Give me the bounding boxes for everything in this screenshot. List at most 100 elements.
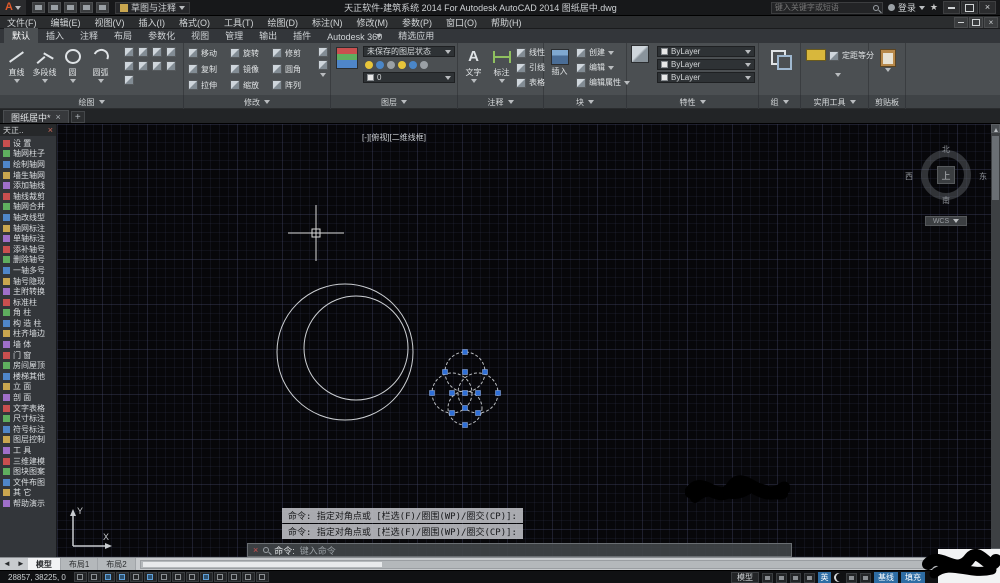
status-mode-toggle[interactable] bbox=[241, 572, 255, 582]
measure-icon[interactable] bbox=[806, 49, 826, 61]
sidebar-menu-item[interactable]: 楼梯其他 bbox=[0, 371, 56, 382]
scroll-up-icon[interactable] bbox=[991, 124, 1000, 133]
block-tool-button[interactable]: 编辑属性 bbox=[576, 76, 630, 89]
wcs-selector[interactable]: WCS bbox=[925, 216, 967, 226]
menu-item[interactable]: 绘图(D) bbox=[261, 16, 306, 29]
ribbon-tab[interactable]: 参数化 bbox=[140, 28, 183, 43]
sidebar-menu-item[interactable]: 墙生轴网 bbox=[0, 170, 56, 181]
match-properties-icon[interactable] bbox=[631, 45, 649, 63]
block-tool-button[interactable]: 编辑 bbox=[576, 61, 630, 74]
donut-icon[interactable] bbox=[166, 61, 176, 71]
ellipse-icon[interactable] bbox=[138, 47, 148, 57]
ime-keyboard-icon[interactable] bbox=[846, 572, 857, 583]
layer-unisolate-icon[interactable] bbox=[420, 60, 428, 69]
tianzheng-menu-header[interactable]: 天正.. × bbox=[0, 124, 56, 136]
sidebar-menu-item[interactable]: 帮助演示 bbox=[0, 498, 56, 509]
workspace-switcher[interactable]: 草图与注释 bbox=[114, 1, 190, 14]
close-icon[interactable]: × bbox=[48, 125, 53, 135]
compass-west-label[interactable]: 西 bbox=[905, 171, 913, 182]
panel-label-layers[interactable]: 图层 bbox=[331, 95, 458, 109]
layer-properties-icon[interactable] bbox=[336, 47, 358, 69]
sidebar-menu-item[interactable]: 墙 体 bbox=[0, 339, 56, 350]
command-line[interactable]: × 命令: 键入命令 bbox=[247, 543, 792, 557]
layout-tab[interactable]: 模型 bbox=[27, 558, 61, 570]
status-mode-toggle[interactable] bbox=[87, 572, 101, 582]
status-mode-toggle[interactable] bbox=[255, 572, 269, 582]
menu-item[interactable]: 格式(O) bbox=[172, 16, 217, 29]
ime-moon-icon[interactable] bbox=[834, 573, 843, 582]
sidebar-menu-item[interactable]: 轴线裁剪 bbox=[0, 191, 56, 202]
scrollbar-thumb[interactable] bbox=[142, 561, 382, 567]
search-icon[interactable] bbox=[872, 4, 879, 11]
sidebar-menu-item[interactable]: 添补轴号 bbox=[0, 244, 56, 255]
draw-tool-button[interactable]: 圆弧 bbox=[87, 45, 114, 95]
menu-item[interactable]: 参数(P) bbox=[395, 16, 439, 29]
ribbon-minimize-icon[interactable] bbox=[376, 34, 382, 38]
sidebar-menu-item[interactable]: 主附转换 bbox=[0, 286, 56, 297]
menu-item[interactable]: 帮助(H) bbox=[484, 16, 529, 29]
status-mode-toggle[interactable] bbox=[73, 572, 87, 582]
command-search-icon[interactable] bbox=[263, 547, 270, 553]
point-icon[interactable] bbox=[124, 61, 134, 71]
sidebar-menu-item[interactable]: 添加轴线 bbox=[0, 180, 56, 191]
tab-scroll-left-icon[interactable]: ◄ bbox=[0, 560, 14, 568]
sidebar-menu-item[interactable]: 图层控制 bbox=[0, 435, 56, 446]
sidebar-menu-item[interactable]: 轴号隐现 bbox=[0, 276, 56, 287]
ribbon-tab[interactable]: 管理 bbox=[217, 28, 251, 43]
menu-item[interactable]: 修改(M) bbox=[350, 16, 396, 29]
panel-label-modify[interactable]: 修改 bbox=[184, 95, 331, 109]
viewport-controls[interactable]: [-][俯视][二维线框] bbox=[362, 132, 426, 143]
workspace-switch-icon[interactable] bbox=[804, 572, 815, 583]
ribbon-tab[interactable]: 视图 bbox=[183, 28, 217, 43]
ribbon-tab[interactable]: 输出 bbox=[251, 28, 285, 43]
dimension-tool-button[interactable]: 标注 bbox=[488, 45, 515, 83]
ribbon-tab[interactable]: 插件 bbox=[285, 28, 319, 43]
quick-view-drawings-icon[interactable] bbox=[776, 572, 787, 583]
insert-block-button[interactable]: 插入 bbox=[546, 45, 573, 77]
sidebar-menu-item[interactable]: 设 置 bbox=[0, 138, 56, 149]
ray-icon[interactable] bbox=[124, 75, 134, 85]
erase-icon[interactable] bbox=[318, 47, 328, 57]
draw-tool-button[interactable]: 圆 bbox=[59, 45, 86, 95]
annotation-tool-button[interactable]: 线性 bbox=[516, 46, 545, 59]
panel-label-groups[interactable]: 组 bbox=[759, 95, 801, 109]
search-input[interactable] bbox=[774, 3, 870, 12]
compass-top-face[interactable]: 上 bbox=[937, 166, 955, 184]
menu-item[interactable]: 工具(T) bbox=[217, 16, 261, 29]
ribbon-tab[interactable]: 插入 bbox=[38, 28, 72, 43]
sidebar-menu-item[interactable]: 立 面 bbox=[0, 382, 56, 393]
sidebar-menu-item[interactable]: 门 窗 bbox=[0, 350, 56, 361]
compass-north-label[interactable]: 北 bbox=[942, 144, 950, 155]
divide-tool-button[interactable]: 定距等分 bbox=[829, 49, 874, 62]
new-drawing-button[interactable]: + bbox=[70, 111, 85, 123]
sidebar-menu-item[interactable]: 三维建模 bbox=[0, 456, 56, 467]
sidebar-menu-item[interactable]: 轴网柱子 bbox=[0, 149, 56, 160]
hatch-icon[interactable] bbox=[152, 47, 162, 57]
panel-label-properties[interactable]: 特性 bbox=[627, 95, 759, 109]
ribbon-tab[interactable]: 默认 bbox=[4, 28, 39, 43]
status-mode-toggle[interactable] bbox=[143, 572, 157, 582]
property-dropdown[interactable]: ByLayer bbox=[657, 72, 755, 83]
explode-icon[interactable] bbox=[318, 60, 328, 70]
sidebar-menu-item[interactable]: 其 它 bbox=[0, 488, 56, 499]
layer-color-icon[interactable] bbox=[398, 60, 406, 69]
ribbon-tab[interactable]: 精选应用 bbox=[390, 28, 442, 43]
sidebar-menu-item[interactable]: 轴网合并 bbox=[0, 202, 56, 213]
current-layer-dropdown[interactable]: 0 bbox=[363, 72, 455, 83]
horizontal-scrollbar[interactable] bbox=[139, 559, 996, 569]
status-mode-toggle[interactable] bbox=[199, 572, 213, 582]
sidebar-menu-item[interactable]: 图块图案 bbox=[0, 466, 56, 477]
paste-button[interactable] bbox=[874, 45, 901, 72]
panel-label-draw[interactable]: 绘图 bbox=[0, 95, 184, 109]
menu-item[interactable]: 标注(N) bbox=[305, 16, 350, 29]
model-space-button[interactable]: 模型 bbox=[731, 572, 759, 583]
modify-tool-button[interactable]: 复制 bbox=[188, 61, 230, 77]
save-icon[interactable] bbox=[47, 2, 61, 13]
layer-state-dropdown[interactable]: 未保存的图层状态 bbox=[363, 46, 455, 57]
modify-tool-button[interactable]: 移动 bbox=[188, 45, 230, 61]
plot-icon[interactable] bbox=[63, 2, 77, 13]
doc-close-button[interactable]: × bbox=[984, 17, 998, 28]
compass-east-label[interactable]: 东 bbox=[979, 171, 987, 182]
annotation-tool-button[interactable]: 表格 bbox=[516, 76, 545, 89]
sidebar-menu-item[interactable]: 标准柱 bbox=[0, 297, 56, 308]
